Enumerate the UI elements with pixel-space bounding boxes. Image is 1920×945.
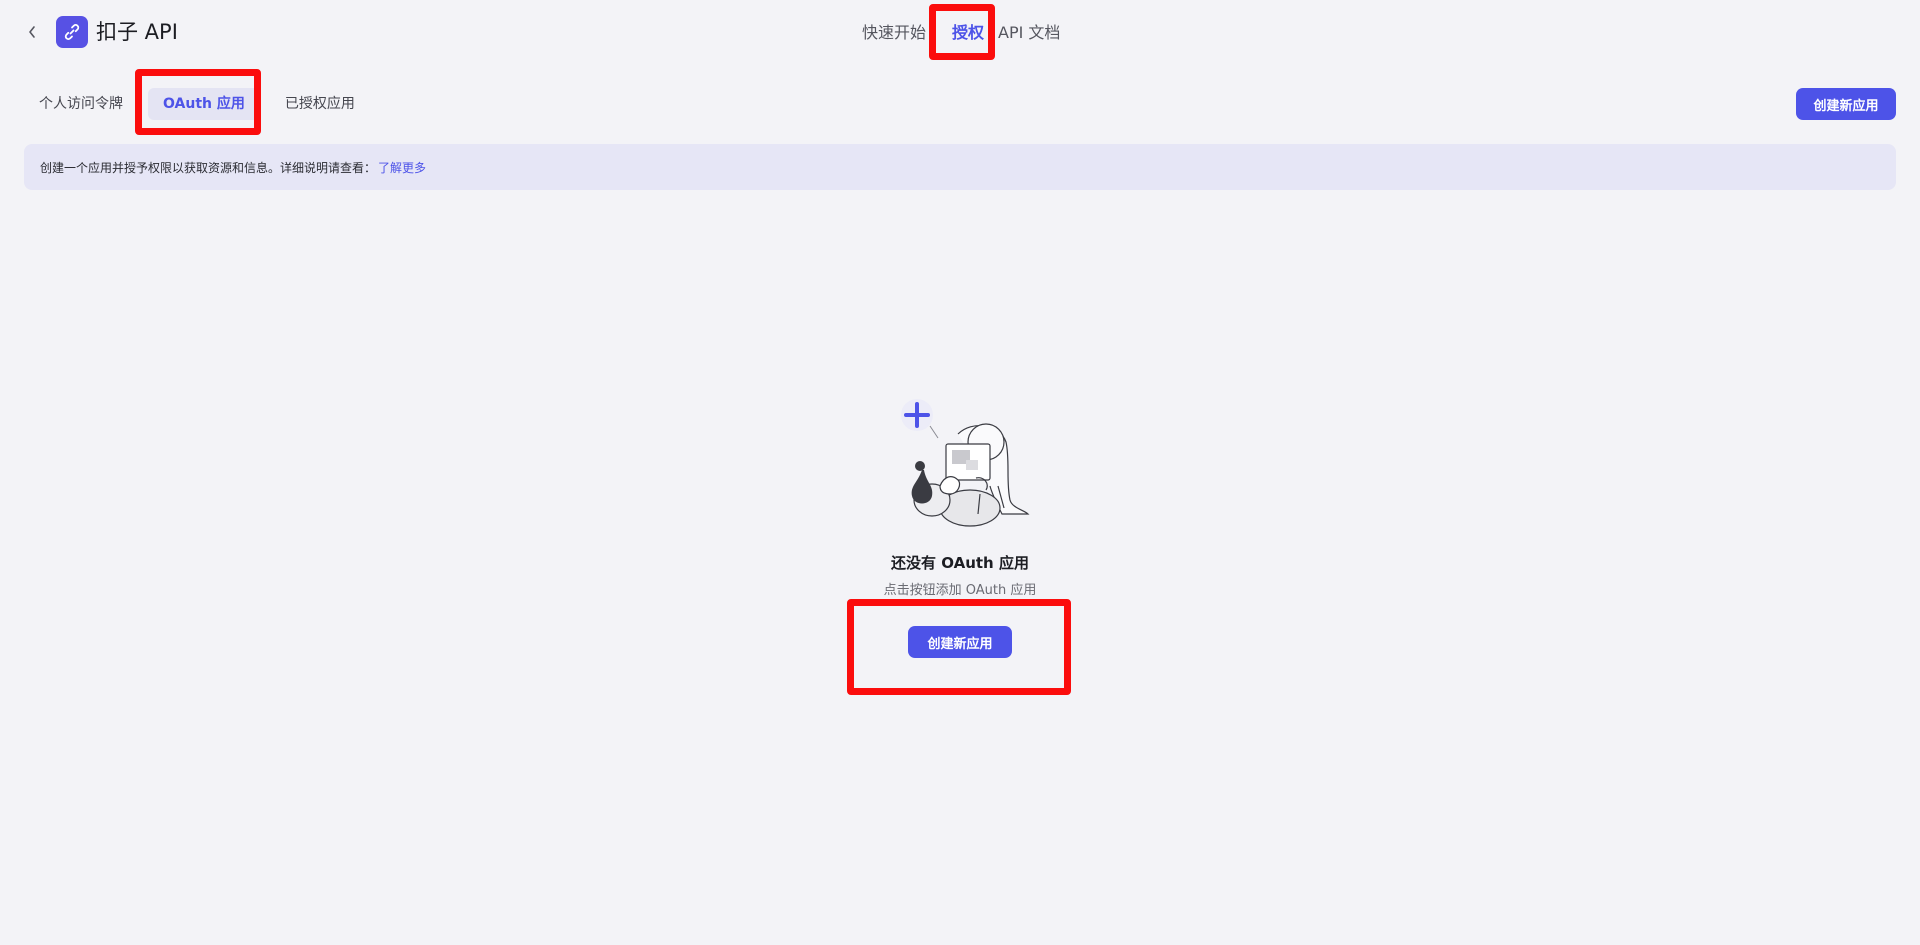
top-bar: 扣子 API 快速开始 授权 API 文档 — [0, 0, 1920, 64]
app-root: 扣子 API 快速开始 授权 API 文档 个人访问令牌 OAuth 应用 已授… — [0, 0, 1920, 945]
empty-title: 还没有 OAuth 应用 — [891, 554, 1029, 572]
learn-more-link[interactable]: 了解更多 — [378, 159, 426, 176]
empty-illustration — [880, 390, 1040, 530]
sub-tabs: 个人访问令牌 OAuth 应用 已授权应用 — [24, 88, 370, 120]
info-banner: 创建一个应用并授予权限以获取资源和信息。详细说明请查看： 了解更多 — [24, 144, 1896, 190]
back-chevron-icon[interactable] — [22, 20, 42, 44]
tab-oauth-apps[interactable]: OAuth 应用 — [148, 88, 260, 120]
nav-authorization[interactable]: 授权 — [944, 18, 996, 48]
nav-api-docs[interactable]: API 文档 — [996, 18, 1060, 48]
nav-quick-start[interactable]: 快速开始 — [862, 18, 944, 48]
empty-description: 点击按钮添加 OAuth 应用 — [883, 583, 1037, 598]
link-icon — [56, 16, 88, 48]
info-text: 创建一个应用并授予权限以获取资源和信息。详细说明请查看： — [40, 160, 377, 175]
create-app-button-top[interactable]: 创建新应用 — [1796, 88, 1896, 120]
tab-personal-access-token[interactable]: 个人访问令牌 — [24, 88, 138, 120]
create-app-button[interactable]: 创建新应用 — [908, 626, 1012, 658]
top-nav: 快速开始 授权 API 文档 — [862, 18, 1060, 48]
app-title: 扣子 API — [96, 20, 178, 44]
tab-authorized-apps[interactable]: 已授权应用 — [270, 88, 370, 120]
